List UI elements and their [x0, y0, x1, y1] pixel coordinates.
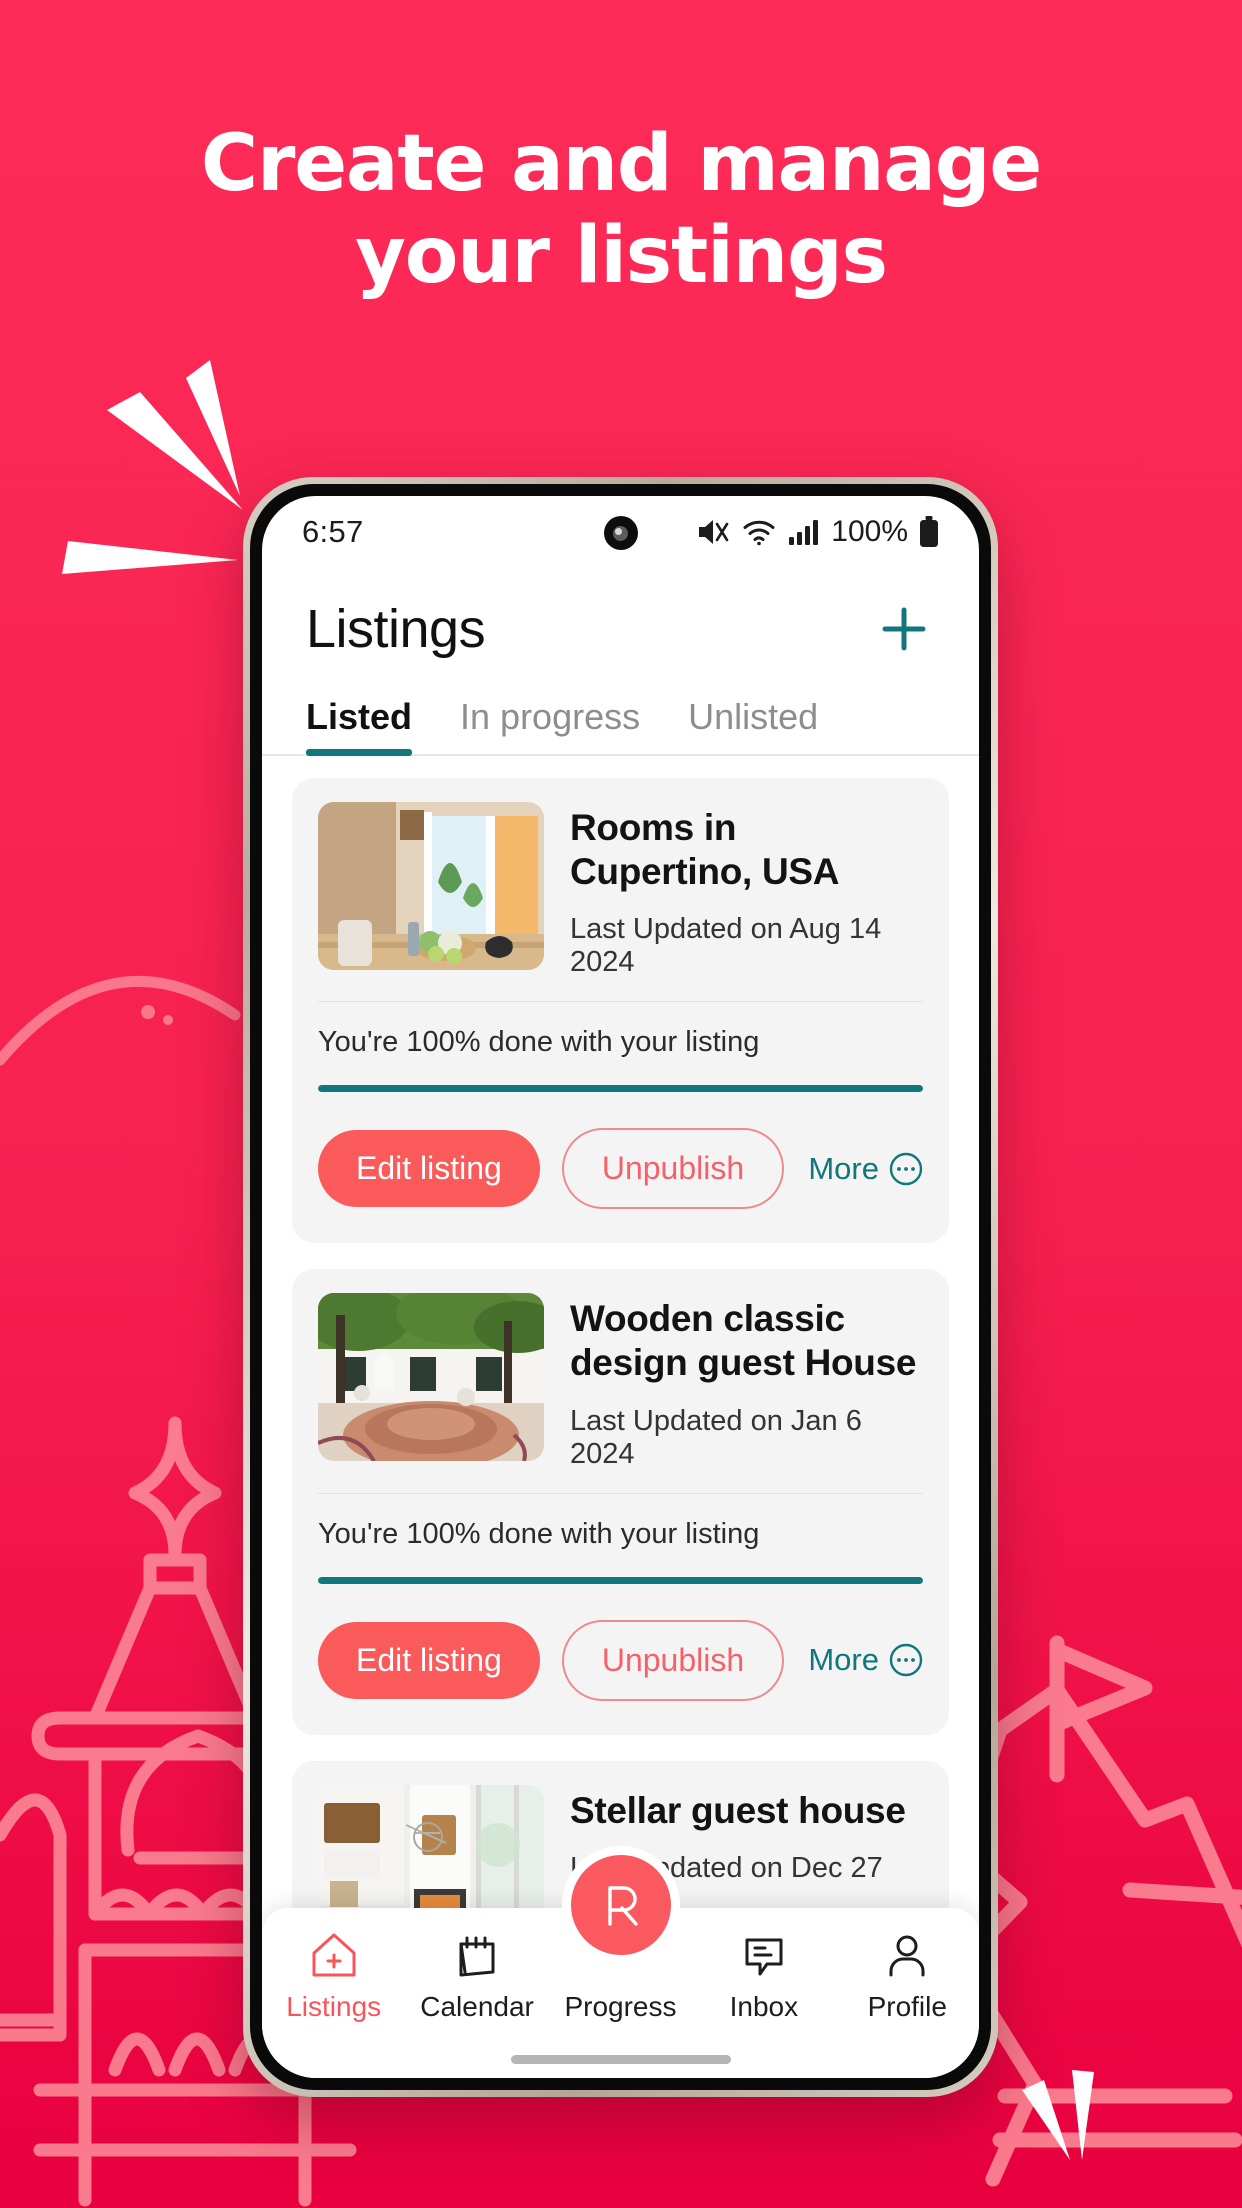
calendar-icon [452, 1928, 502, 1982]
edit-listing-button[interactable]: Edit listing [318, 1621, 540, 1699]
listing-progress-label: You're 100% done with your listing [318, 1026, 760, 1059]
battery-icon [919, 516, 939, 548]
chat-bubble-icon [739, 1928, 789, 1982]
headline-line-1: Create and manage [200, 119, 1042, 209]
more-circle-icon [889, 1643, 923, 1677]
listing-progress-fill [318, 1576, 923, 1584]
promo-headline: Create and manage your listings [0, 118, 1242, 302]
more-circle-icon [889, 1152, 923, 1186]
home-indicator [510, 2055, 731, 2064]
more-label: More [808, 1642, 879, 1678]
listing-thumbnail [318, 802, 544, 970]
phone-bezel: 6:57 100% Listings Listed In progress Un… [250, 484, 991, 2090]
signal-icon [788, 518, 820, 546]
phone-screen: 6:57 100% Listings Listed In progress Un… [262, 496, 979, 2078]
edit-listing-button[interactable]: Edit listing [318, 1130, 540, 1208]
progress-fab-button[interactable] [561, 1846, 680, 1964]
listing-progress-bar [318, 1085, 923, 1093]
nav-item-calendar[interactable]: Calendar [409, 1928, 545, 2023]
listing-actions: Edit listing Unpublish More [292, 1092, 949, 1243]
unpublish-button[interactable]: Unpublish [561, 1128, 785, 1210]
nav-label-profile: Profile [867, 1991, 947, 2022]
headline-line-2: your listings [355, 211, 888, 302]
nav-item-profile[interactable]: Profile [839, 1928, 975, 2023]
status-bar: 6:57 100% [262, 496, 979, 568]
tab-unlisted[interactable]: Unlisted [688, 696, 818, 754]
listing-title: Stellar guest house [570, 1789, 906, 1831]
more-button[interactable]: More [808, 1642, 923, 1678]
nav-label-calendar: Calendar [420, 1991, 534, 2022]
app-header: Listings [262, 568, 979, 660]
nav-item-progress[interactable]: Progress [552, 1846, 688, 2023]
more-button[interactable]: More [808, 1151, 923, 1187]
listing-progress-fill [318, 1085, 923, 1093]
nav-label-progress: Progress [564, 1991, 677, 2022]
tab-listed[interactable]: Listed [306, 696, 413, 756]
listing-actions: Edit listing Unpublish More [292, 1584, 949, 1735]
listing-thumbnail [318, 1293, 544, 1462]
person-icon [882, 1928, 932, 1982]
listing-last-updated: Last Updated on Jan 6 2024 [570, 1404, 862, 1470]
listing-tabs: Listed In progress Unlisted [262, 660, 979, 756]
mute-icon [696, 517, 730, 547]
listing-title: Wooden classic design guest House [570, 1298, 917, 1383]
status-time: 6:57 [302, 514, 364, 549]
phone-mockup: 6:57 100% Listings Listed In progress Un… [243, 477, 998, 2097]
plus-icon [877, 602, 931, 656]
nav-item-listings[interactable]: Listings [266, 1928, 402, 2023]
listing-title: Rooms in Cupertino, USA [570, 807, 840, 892]
page-title: Listings [306, 599, 486, 659]
home-add-icon [309, 1928, 359, 1982]
listing-card[interactable]: Wooden classic design guest House Last U… [292, 1269, 949, 1735]
unpublish-button[interactable]: Unpublish [561, 1619, 785, 1701]
camera-punch-hole-icon [603, 516, 638, 550]
tab-in-progress[interactable]: In progress [460, 696, 640, 754]
wifi-icon [741, 517, 777, 547]
listing-progress-bar [318, 1576, 923, 1584]
nav-label-listings: Listings [286, 1991, 382, 2022]
nav-item-inbox[interactable]: Inbox [696, 1928, 832, 2023]
bottom-navigation: Listings Calendar Progress Inbox Profile [262, 1846, 979, 2078]
nav-label-inbox: Inbox [729, 1991, 799, 2022]
promo-screenshot: Create and manage your listings 6:57 100… [0, 0, 1242, 2208]
listing-progress-label: You're 100% done with your listing [318, 1517, 760, 1550]
listing-card[interactable]: Rooms in Cupertino, USA Last Updated on … [292, 778, 949, 1244]
add-listing-button[interactable] [873, 598, 935, 660]
more-label: More [808, 1150, 879, 1186]
listing-last-updated: Last Updated on Aug 14 2024 [570, 913, 882, 979]
battery-percent-label: 100% [831, 515, 908, 548]
